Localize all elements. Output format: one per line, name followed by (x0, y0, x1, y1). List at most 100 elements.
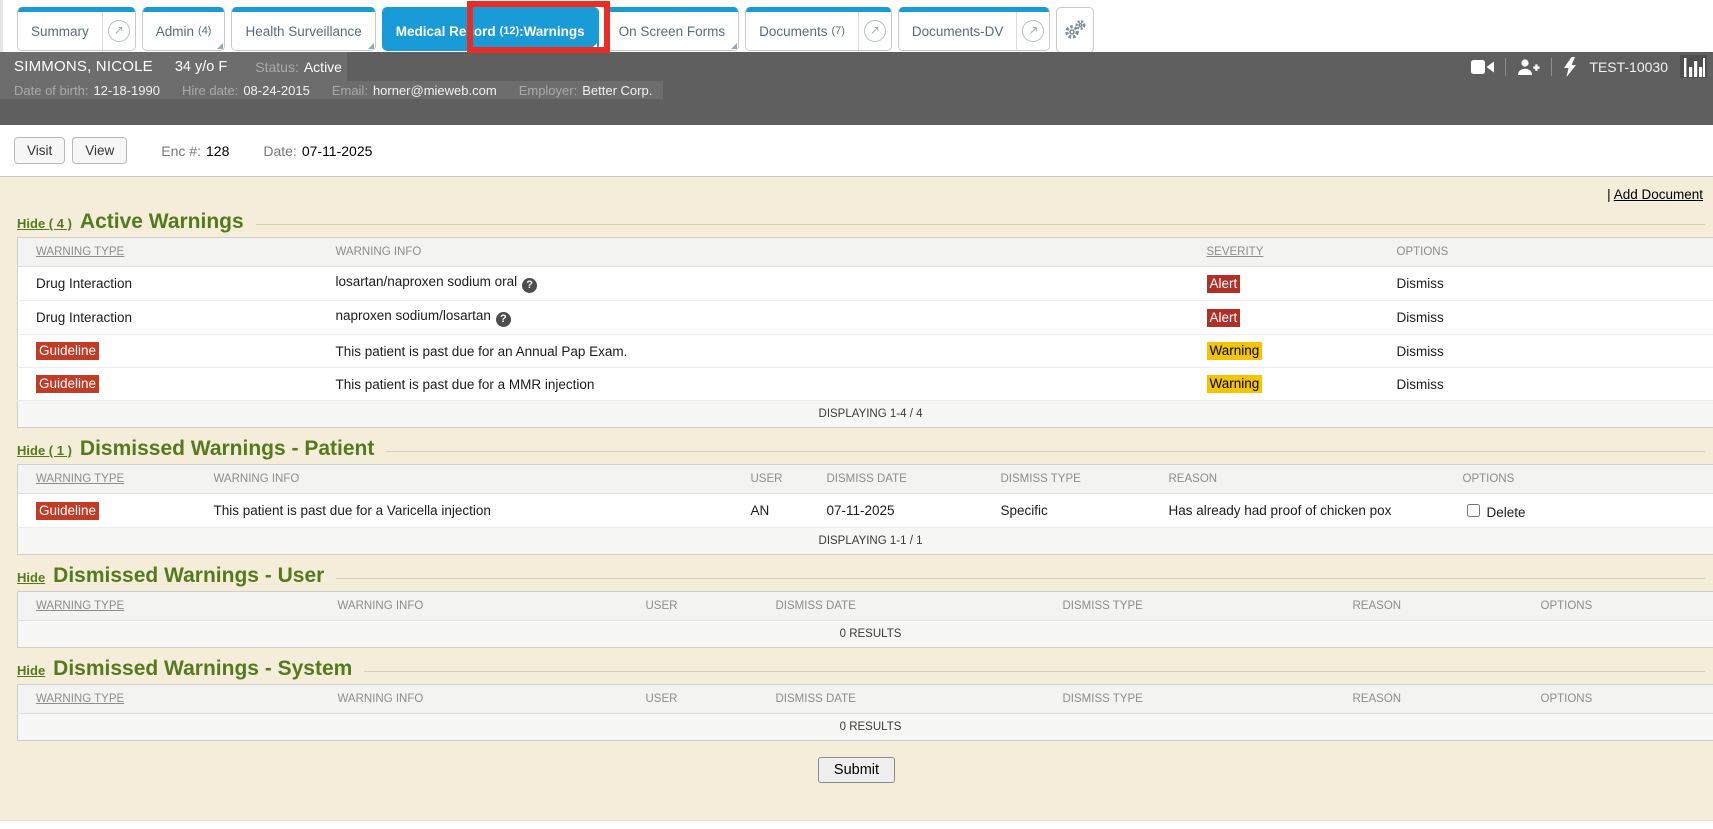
warning-row: GuidelineThis patient is past due for a … (18, 494, 1713, 528)
dismiss-action[interactable]: Dismiss (1397, 276, 1444, 291)
warning-row: GuidelineThis patient is past due for an… (18, 335, 1713, 368)
cell-text: AN (751, 503, 770, 518)
tab-admin[interactable]: Admin(4) (142, 7, 226, 51)
tab-suffix: :Warnings (519, 24, 585, 39)
dismiss-action[interactable]: Dismiss (1397, 377, 1444, 392)
section-title: Dismissed Warnings - System (53, 657, 352, 681)
severity-badge: Warning (1207, 375, 1263, 393)
flowsheet-chart-icon[interactable] (1680, 55, 1707, 78)
patient-id: TEST-10030 (1589, 59, 1668, 75)
results-count: DISPLAYING 1-4 / 4 (18, 401, 1713, 428)
tab-documents-dv[interactable]: Documents-DV ↗ (898, 7, 1051, 51)
tab-medical-record[interactable]: Medical Record(12):Warnings (382, 7, 599, 51)
cell-text: Drug Interaction (36, 276, 132, 291)
enc-number-label: Enc #: (161, 143, 201, 159)
banner-toolbar: TEST-10030 (1471, 52, 1707, 81)
column-header: OPTIONS (1445, 465, 1713, 494)
webchart-warnings-page: Summary↗Admin(4)Health SurveillanceMedic… (0, 0, 1713, 829)
column-header: WARNING INFO (196, 465, 733, 494)
tab-health-surveillance[interactable]: Health Surveillance (231, 7, 375, 51)
tab-documents[interactable]: Documents (7) ↗ (745, 7, 892, 51)
delete-checkbox[interactable] (1467, 504, 1480, 517)
dob-label: Date of birth: (14, 83, 88, 98)
column-header[interactable]: WARNING TYPE (18, 592, 320, 621)
hide-toggle-link[interactable]: Hide ( 4 ) (17, 216, 72, 231)
enc-number-value: 128 (206, 143, 229, 159)
bottom-strip (0, 820, 1713, 829)
open-in-new-icon[interactable]: ↗ (1016, 12, 1049, 50)
column-header[interactable]: WARNING TYPE (18, 465, 196, 494)
patient-banner: SIMMONS, NICOLE 34 y/o F Status: Active … (0, 52, 1713, 125)
section-dismissed-warnings-patient: Hide ( 1 )Dismissed Warnings - PatientWA… (0, 437, 1713, 555)
column-header: REASON (1335, 592, 1523, 621)
patient-demographics: Date of birth: 12-18-1990 Hire date: 08-… (0, 81, 1713, 99)
hire-date-label: Hire date: (182, 83, 238, 98)
divider (1551, 58, 1552, 76)
column-header: DISMISS TYPE (1045, 685, 1335, 714)
tab-count: (12) (500, 25, 520, 37)
column-header: REASON (1335, 685, 1523, 714)
help-icon[interactable]: ? (522, 278, 537, 293)
patient-name: SIMMONS, NICOLE (14, 58, 153, 75)
dropdown-indicator (731, 43, 737, 49)
visit-button[interactable]: Visit (14, 137, 65, 164)
open-in-new-icon[interactable]: ↗ (858, 12, 891, 50)
column-header[interactable]: WARNING TYPE (18, 685, 320, 714)
section-rule (364, 671, 1705, 672)
dropdown-indicator (368, 43, 374, 49)
column-header[interactable]: SEVERITY (1189, 238, 1379, 267)
enc-date-value: 07-11-2025 (302, 143, 373, 159)
cell-text: Drug Interaction (36, 310, 132, 325)
tab-on-screen-forms[interactable]: On Screen Forms (605, 7, 740, 51)
column-header: OPTIONS (1379, 238, 1713, 267)
open-in-new-icon[interactable]: ↗ (102, 12, 135, 50)
cell-text: This patient is past due for a Varicella… (214, 503, 491, 518)
lightning-bolt-icon[interactable] (1563, 57, 1577, 77)
add-document-link[interactable]: Add Document (1614, 187, 1703, 202)
section-rule (256, 224, 1705, 225)
column-header: OPTIONS (1523, 592, 1713, 621)
tab-label: Documents (759, 24, 827, 39)
employer-label: Employer: (519, 83, 578, 98)
status-value: Active (304, 59, 342, 75)
cell-text: losartan/naproxen sodium oral (336, 274, 518, 289)
hide-toggle-link[interactable]: Hide ( 1 ) (17, 443, 72, 458)
tab-label: On Screen Forms (619, 24, 726, 39)
cell-text: This patient is past due for a MMR injec… (336, 377, 595, 392)
hide-toggle-link[interactable]: Hide (17, 570, 45, 585)
help-icon[interactable]: ? (496, 312, 511, 327)
tab-count: (7) (831, 25, 844, 37)
submit-button[interactable]: Submit (818, 757, 895, 783)
dropdown-indicator (217, 43, 223, 49)
tab-summary[interactable]: Summary ↗ (17, 7, 136, 51)
warnings-content: | Add Document Hide ( 4 )Active Warnings… (0, 177, 1713, 820)
tab-bar-tabs: Summary↗Admin(4)Health SurveillanceMedic… (17, 7, 1050, 51)
column-header: REASON (1151, 465, 1445, 494)
tab-label: Documents-DV (912, 24, 1004, 39)
dismiss-action[interactable]: Dismiss (1397, 344, 1444, 359)
cell-text: Specific (1001, 503, 1048, 518)
delete-label: Delete (1487, 505, 1526, 520)
hide-toggle-link[interactable]: Hide (17, 663, 45, 678)
add-user-icon[interactable] (1517, 58, 1540, 76)
column-header: DISMISS DATE (809, 465, 983, 494)
warnings-main: Hide ( 4 )Active WarningsWARNING TYPEWAR… (0, 210, 1713, 741)
severity-badge: Guideline (36, 375, 99, 393)
section-rule (386, 451, 1705, 452)
video-camera-icon[interactable] (1471, 59, 1494, 75)
column-header[interactable]: WARNING TYPE (18, 238, 318, 267)
cell-text: Has already had proof of chicken pox (1169, 503, 1392, 518)
chart-settings-button[interactable] (1056, 7, 1094, 53)
column-header: OPTIONS (1523, 685, 1713, 714)
section-rule (336, 578, 1705, 579)
results-count: 0 RESULTS (18, 714, 1713, 741)
view-button[interactable]: View (72, 137, 127, 164)
tab-label: Summary (31, 24, 89, 39)
column-header: USER (628, 592, 758, 621)
encounter-bar: Visit View Enc #: 128 Date: 07-11-2025 (0, 125, 1713, 177)
section-title: Active Warnings (80, 210, 244, 234)
hire-date-value: 08-24-2015 (243, 83, 310, 98)
active-warnings-table: WARNING TYPEWARNING INFOSEVERITYOPTIONSD… (17, 237, 1713, 428)
dismiss-action[interactable]: Dismiss (1397, 310, 1444, 325)
dismissed-warnings-user-table: WARNING TYPEWARNING INFOUSERDISMISS DATE… (17, 591, 1713, 648)
